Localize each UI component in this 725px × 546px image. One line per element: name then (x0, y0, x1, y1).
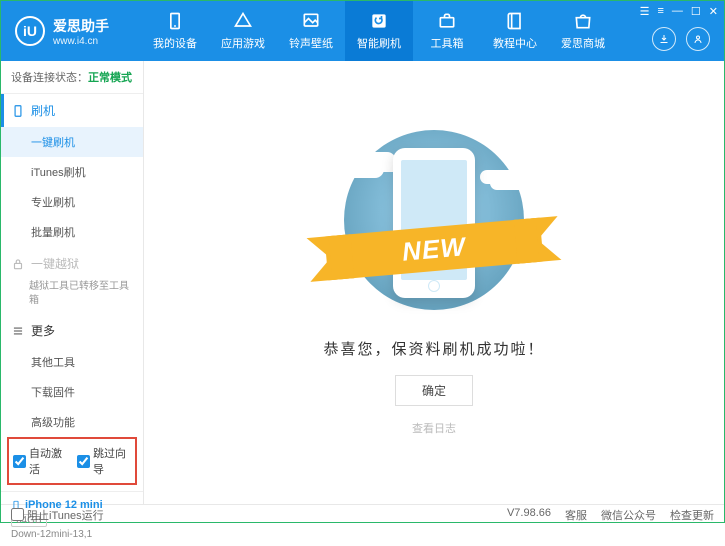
nav-apps[interactable]: 应用游戏 (209, 1, 277, 61)
check-update-link[interactable]: 检查更新 (670, 507, 714, 523)
check-skip-guide-input[interactable] (77, 455, 90, 468)
header: iU 爱思助手 www.i4.cn 我的设备 应用游戏 铃声壁纸 智能刷机 工具… (1, 1, 724, 61)
menu-icon[interactable]: ☰ (640, 5, 650, 18)
app-name: 爱思助手 (53, 16, 109, 36)
apps-icon (233, 11, 253, 31)
download-button[interactable] (652, 27, 676, 51)
toolbox-icon (437, 11, 457, 31)
nav-smart-flash[interactable]: 智能刷机 (345, 1, 413, 61)
check-skip-guide[interactable]: 跳过向导 (77, 445, 131, 477)
check-block-itunes[interactable]: 阻止iTunes运行 (11, 507, 104, 523)
connection-status: 设备连接状态：正常模式 (1, 61, 143, 94)
device-firmware: Down-12mini-13,1 (11, 529, 133, 540)
check-auto-activate-input[interactable] (13, 455, 26, 468)
check-auto-activate[interactable]: 自动激活 (13, 445, 67, 477)
nav-toolbox[interactable]: 工具箱 (413, 1, 481, 61)
wechat-link[interactable]: 微信公众号 (601, 507, 656, 523)
check-block-itunes-input[interactable] (11, 508, 24, 521)
refresh-icon (369, 11, 389, 31)
success-illustration: NEW (344, 130, 524, 310)
phone-icon (165, 11, 185, 31)
profile-button[interactable] (686, 27, 710, 51)
logo-icon: iU (15, 16, 45, 46)
sidebar-cat-more[interactable]: 更多 (1, 314, 143, 347)
phone-icon (11, 104, 25, 118)
sidebar-item-itunes-flash[interactable]: iTunes刷机 (1, 157, 143, 187)
store-icon (573, 11, 593, 31)
ok-button[interactable]: 确定 (395, 375, 473, 406)
book-icon (505, 11, 525, 31)
sidebar-item-download-firmware[interactable]: 下载固件 (1, 377, 143, 407)
sidebar-cat-flash[interactable]: 刷机 (1, 94, 143, 127)
close-icon[interactable]: ✕ (709, 5, 718, 18)
jailbreak-note: 越狱工具已转移至工具箱 (29, 280, 133, 308)
sidebar-item-pro-flash[interactable]: 专业刷机 (1, 187, 143, 217)
top-nav: 我的设备 应用游戏 铃声壁纸 智能刷机 工具箱 教程中心 爱思商城 (141, 1, 617, 61)
view-log-link[interactable]: 查看日志 (412, 420, 456, 436)
wallpaper-icon (301, 11, 321, 31)
main-content: NEW 恭喜您，保资料刷机成功啦！ 确定 查看日志 (144, 61, 724, 504)
cloud-icon (334, 160, 384, 178)
lock-icon (11, 257, 25, 271)
app-url: www.i4.cn (53, 36, 109, 47)
list-icon (11, 324, 25, 338)
logo-area: iU 爱思助手 www.i4.cn (1, 16, 141, 47)
sidebar-item-batch-flash[interactable]: 批量刷机 (1, 217, 143, 247)
sidebar-item-advanced[interactable]: 高级功能 (1, 407, 143, 437)
phone-illustration (393, 148, 475, 298)
download-icon (658, 33, 670, 45)
sidebar-cat-jailbreak: 一键越狱 (1, 247, 143, 280)
success-message: 恭喜您，保资料刷机成功啦！ (323, 338, 544, 359)
sidebar-item-oneclick-flash[interactable]: 一键刷机 (1, 127, 143, 157)
nav-store[interactable]: 爱思商城 (549, 1, 617, 61)
window-controls: ☰ ≡ — ☐ ✕ (640, 5, 718, 18)
sidebar: 设备连接状态：正常模式 刷机 一键刷机 iTunes刷机 专业刷机 批量刷机 一… (1, 61, 144, 504)
nav-my-device[interactable]: 我的设备 (141, 1, 209, 61)
nav-ringtone[interactable]: 铃声壁纸 (277, 1, 345, 61)
sidebar-item-other-tools[interactable]: 其他工具 (1, 347, 143, 377)
pin-icon[interactable]: ≡ (657, 5, 663, 18)
checks-box: 自动激活 跳过向导 (7, 437, 137, 485)
version-label: V7.98.66 (507, 507, 551, 523)
minimize-icon[interactable]: — (672, 5, 683, 18)
nav-tutorial[interactable]: 教程中心 (481, 1, 549, 61)
user-icon (692, 33, 704, 45)
maximize-icon[interactable]: ☐ (691, 5, 701, 18)
support-link[interactable]: 客服 (565, 507, 587, 523)
cloud-icon (490, 176, 530, 190)
